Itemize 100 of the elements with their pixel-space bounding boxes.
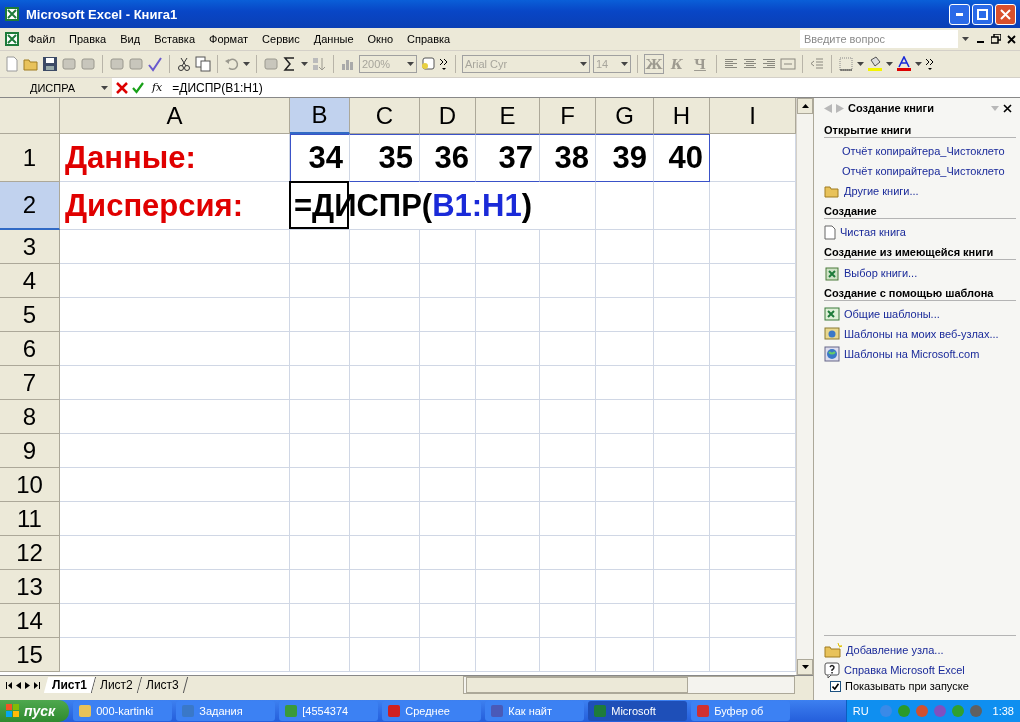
empty-cell[interactable] [654,502,710,536]
empty-cell[interactable] [596,182,654,230]
row-header[interactable]: 14 [0,604,60,638]
more-icon[interactable] [439,56,449,72]
empty-cell[interactable] [654,536,710,570]
empty-cell[interactable] [476,604,540,638]
empty-cell[interactable] [654,570,710,604]
spreadsheet-cell[interactable]: 39 [596,134,654,182]
dropdown-caret-icon[interactable] [857,62,864,66]
empty-cell[interactable] [420,332,476,366]
row-header[interactable]: 7 [0,366,60,400]
borders-icon[interactable] [838,56,854,72]
menu-item[interactable]: Правка [63,31,113,47]
empty-cell[interactable] [290,536,350,570]
empty-cell[interactable] [290,434,350,468]
empty-cell[interactable] [290,230,350,264]
empty-cell[interactable] [540,638,596,672]
empty-cell[interactable] [540,570,596,604]
task-pane-link[interactable]: Отчёт копирайтера_Чистоклето [842,145,1005,157]
empty-cell[interactable] [596,570,654,604]
merge-cells-icon[interactable] [780,56,796,72]
empty-cell[interactable] [596,230,654,264]
empty-cell[interactable] [476,332,540,366]
empty-cell[interactable] [540,230,596,264]
column-header[interactable]: I [710,98,796,134]
empty-cell[interactable] [420,638,476,672]
empty-cell[interactable] [596,468,654,502]
more-icon[interactable] [925,56,935,72]
previous-sheet-icon[interactable] [16,681,21,689]
empty-cell[interactable] [654,332,710,366]
check-icon[interactable] [132,81,144,94]
empty-cell[interactable] [540,264,596,298]
dropdown-caret-icon[interactable] [301,62,308,66]
restore-icon[interactable] [991,34,1001,44]
web-folder-icon[interactable] [824,326,840,342]
empty-cell[interactable] [420,502,476,536]
checkbox[interactable] [830,680,841,692]
taskbar-button[interactable]: Как найт [485,701,585,721]
row-header[interactable]: 8 [0,400,60,434]
empty-cell[interactable] [350,604,420,638]
template-icon[interactable] [824,306,840,322]
menu-item[interactable]: Сервис [256,31,306,47]
tray-icon[interactable] [968,704,983,718]
last-sheet-icon[interactable] [34,681,40,689]
help-search-field[interactable]: Введите вопрос [800,30,958,48]
column-header[interactable]: G [596,98,654,134]
taskbar-button[interactable]: 000-kartinki [73,701,173,721]
empty-cell[interactable] [596,536,654,570]
spreadsheet-cell[interactable]: Дисперсия: [60,182,290,230]
dropdown-caret-icon[interactable] [962,37,969,41]
empty-cell[interactable] [540,332,596,366]
empty-cell[interactable] [476,502,540,536]
menu-item[interactable]: Окно [361,31,400,47]
empty-cell[interactable] [476,536,540,570]
name-box[interactable]: ДИСПРА [0,78,112,97]
row-header[interactable]: 5 [0,298,60,332]
empty-cell[interactable] [476,434,540,468]
empty-cell[interactable] [654,638,710,672]
indent-icon[interactable] [809,56,825,72]
taskbar-button[interactable]: [4554374 [279,701,379,721]
spreadsheet-cell[interactable]: 38 [540,134,596,182]
menu-item[interactable]: Формат [203,31,255,47]
spreadsheet-cell[interactable]: 40 [654,134,710,182]
row-header[interactable]: 4 [0,264,60,298]
workbook-icon[interactable] [824,265,840,281]
scissors-icon[interactable] [176,56,192,72]
folder-icon[interactable] [824,184,840,198]
empty-cell[interactable] [596,298,654,332]
empty-cell[interactable] [290,570,350,604]
spreadsheet-cell[interactable]: 37 [476,134,540,182]
empty-cell[interactable] [350,468,420,502]
tray-icon[interactable] [878,704,893,718]
next-sheet-icon[interactable] [25,681,30,689]
empty-cell[interactable] [654,366,710,400]
empty-cell[interactable] [350,502,420,536]
empty-cell[interactable] [420,230,476,264]
empty-cell[interactable] [654,604,710,638]
empty-cell[interactable] [420,570,476,604]
row-header[interactable]: 6 [0,332,60,366]
row-header[interactable]: 15 [0,638,60,672]
empty-cell[interactable] [350,570,420,604]
tray-icon[interactable] [932,704,947,718]
empty-cell[interactable] [596,332,654,366]
spreadsheet-cell[interactable]: 34 [290,134,350,182]
task-pane-link[interactable]: Общие шаблоны... [844,308,940,320]
empty-cell[interactable] [290,298,350,332]
column-header[interactable]: A [60,98,290,134]
sheet-tab[interactable]: Лист3 [137,677,188,693]
empty-cell[interactable] [350,400,420,434]
empty-cell[interactable] [596,434,654,468]
task-pane-link[interactable]: Выбор книги... [844,267,918,279]
empty-cell[interactable] [654,298,710,332]
menu-item[interactable]: Данные [307,31,360,47]
empty-cell[interactable] [420,400,476,434]
globe-icon[interactable] [824,346,840,362]
empty-cell[interactable] [476,638,540,672]
empty-cell[interactable] [290,638,350,672]
tray-icon[interactable] [914,704,929,718]
back-arrow-icon[interactable] [824,103,832,113]
task-pane-link[interactable]: Шаблоны на моих веб-узлах... [844,328,999,340]
